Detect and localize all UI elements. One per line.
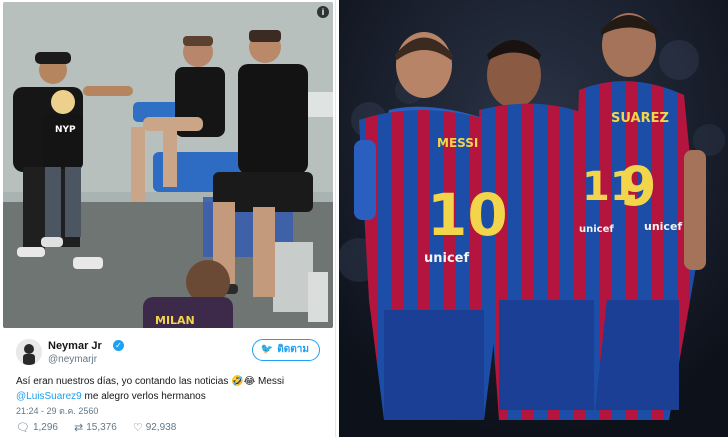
- follow-button[interactable]: 🐦 ติดตาม: [251, 339, 320, 361]
- tweet-timestamp[interactable]: 21:24 - 29 ต.ค. 2560: [16, 404, 98, 418]
- display-name[interactable]: Neymar Jr: [48, 340, 102, 352]
- like-count: 92,938: [145, 422, 177, 433]
- avatar[interactable]: [16, 339, 42, 365]
- info-icon[interactable]: i: [317, 6, 329, 18]
- like-icon: ♡: [132, 422, 143, 434]
- child-shirt-text: NYP: [55, 125, 76, 135]
- messi-name: MESSI: [437, 136, 478, 150]
- reply-count: 1,296: [32, 422, 58, 433]
- suarez-name: SUAREZ: [611, 111, 669, 126]
- messi-sponsor: unicef: [424, 251, 469, 266]
- boy-shirt-text: MILAN: [155, 314, 195, 327]
- reply-icon: 🗨: [16, 422, 30, 434]
- tweet-actions: 🗨 1,296 ⇄ 15,376 ♡ 92,938: [16, 421, 176, 434]
- retweet-icon: ⇄: [74, 422, 84, 434]
- reply-action[interactable]: 🗨 1,296: [16, 421, 58, 434]
- tweet-header: Neymar Jr ✓ @neymarjr 🐦 ติดตาม: [16, 339, 326, 369]
- retweet-count: 15,376: [86, 422, 117, 433]
- suarez-sponsor: unicef: [644, 220, 682, 233]
- like-action[interactable]: ♡ 92,938: [133, 421, 176, 434]
- twitter-bird-icon: 🐦: [260, 344, 274, 355]
- tweet-text-line2: me alegro verlos hermanos: [81, 391, 206, 402]
- football-photo-scene: SUAREZ 9 unicef 11 unicef MESSI 10 unice…: [339, 0, 728, 437]
- messi-number: 10: [427, 181, 508, 249]
- handle[interactable]: @neymarjr: [48, 354, 97, 365]
- neymar-sponsor: unicef: [579, 224, 614, 235]
- tweet-photo[interactable]: NYP MILAN i: [3, 2, 333, 328]
- tweet-text: Así eran nuestros días, yo contando las …: [16, 374, 326, 404]
- tweet-text-line1: Así eran nuestros días, yo contando las …: [16, 376, 285, 387]
- mention-link[interactable]: @LuisSuarez9: [16, 391, 82, 402]
- tweet-photo-scene: NYP MILAN: [3, 2, 333, 328]
- tweet-card: NYP MILAN i Neymar Jr ✓ @neymarjr 🐦 ติดต…: [0, 0, 336, 437]
- neymar-number: 11: [582, 164, 638, 210]
- avatar-image: [16, 339, 42, 365]
- football-photo: SUAREZ 9 unicef 11 unicef MESSI 10 unice…: [339, 0, 728, 437]
- retweet-action[interactable]: ⇄ 15,376: [74, 421, 117, 434]
- follow-label: ติดตาม: [277, 344, 309, 355]
- verified-icon: ✓: [113, 340, 124, 351]
